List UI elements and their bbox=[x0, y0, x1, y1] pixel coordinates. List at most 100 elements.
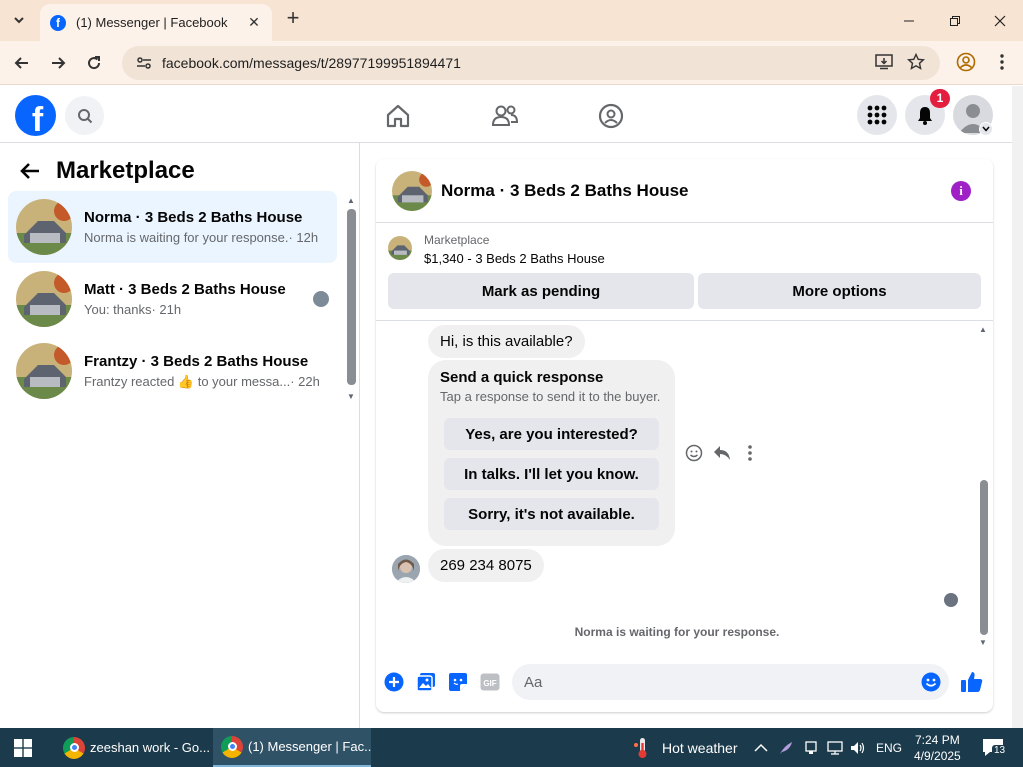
sticker-button[interactable] bbox=[448, 672, 468, 692]
menu-grid-button[interactable] bbox=[857, 95, 897, 135]
quick-response-button[interactable]: In talks. I'll let you know. bbox=[444, 458, 659, 490]
language-indicator[interactable]: ENG bbox=[876, 728, 902, 767]
message-input[interactable] bbox=[512, 664, 949, 700]
scroll-down-arrow-icon[interactable]: ▼ bbox=[347, 392, 355, 401]
tab-close-icon[interactable]: ✕ bbox=[246, 14, 262, 31]
volume-icon[interactable] bbox=[850, 728, 866, 767]
clock-time: 7:24 PM bbox=[915, 733, 960, 747]
divider bbox=[376, 320, 993, 321]
info-icon[interactable]: i bbox=[951, 181, 971, 201]
seen-avatar bbox=[313, 291, 329, 307]
site-settings-icon[interactable] bbox=[136, 55, 152, 71]
taskbar-app-chrome-work[interactable]: zeeshan work - Go... bbox=[55, 728, 210, 767]
message-bubble[interactable]: Hi, is this available? bbox=[428, 325, 585, 358]
scroll-down-arrow-icon[interactable]: ▼ bbox=[979, 638, 987, 647]
conversation-list-scrollbar[interactable] bbox=[347, 209, 356, 385]
weather-widget[interactable]: Hot weather bbox=[632, 728, 737, 767]
close-window-button[interactable] bbox=[977, 0, 1023, 41]
device-icon bbox=[805, 740, 817, 754]
smiley-icon bbox=[685, 444, 703, 462]
install-app-button[interactable] bbox=[872, 50, 896, 74]
conversation-list-panel: Marketplace Norma · 3 Beds 2 Baths House… bbox=[0, 143, 360, 728]
network-icon[interactable] bbox=[827, 728, 843, 767]
tab-search-button[interactable] bbox=[6, 7, 32, 33]
profile-button[interactable] bbox=[954, 50, 978, 74]
preview-text: You: thanks bbox=[84, 302, 152, 317]
listing-summary[interactable]: Marketplace $1,340 - 3 Beds 2 Baths Hous… bbox=[388, 233, 605, 266]
conversation-item-matt[interactable]: Matt · 3 Beds 2 Baths House You: thanks·… bbox=[8, 263, 337, 335]
send-like-button[interactable] bbox=[960, 670, 984, 694]
emoji-button[interactable] bbox=[921, 672, 941, 692]
scroll-up-arrow-icon[interactable]: ▲ bbox=[979, 325, 987, 334]
more-options-button[interactable]: More options bbox=[698, 273, 981, 309]
listing-thumbnail bbox=[16, 343, 72, 399]
facebook-header: f 1 bbox=[0, 86, 1012, 143]
conversation-name: Norma · 3 Beds 2 Baths House bbox=[84, 209, 303, 226]
preview-time: · 22h bbox=[290, 373, 320, 389]
weather-text: Hot weather bbox=[662, 739, 738, 756]
message-bubble[interactable]: 269 234 8075 bbox=[428, 549, 544, 582]
facebook-search-button[interactable] bbox=[65, 96, 104, 135]
forward-button[interactable] bbox=[45, 50, 71, 76]
browser-tab-strip: f (1) Messenger | Facebook ✕ + bbox=[0, 0, 1023, 41]
tab-title: (1) Messenger | Facebook bbox=[76, 15, 228, 30]
facebook-logo-icon[interactable]: f bbox=[15, 95, 56, 136]
conversation-name: Frantzy · 3 Beds 2 Baths House bbox=[84, 352, 309, 370]
message-more-button[interactable] bbox=[740, 443, 760, 463]
restore-button[interactable] bbox=[932, 0, 978, 41]
home-nav-button[interactable] bbox=[382, 100, 414, 132]
back-button[interactable] bbox=[9, 50, 35, 76]
react-button[interactable] bbox=[684, 443, 704, 463]
account-chevron-icon[interactable] bbox=[979, 122, 993, 136]
chat-scrollbar[interactable] bbox=[980, 480, 988, 635]
reload-icon bbox=[88, 56, 101, 70]
photo-icon bbox=[416, 673, 435, 692]
gif-button[interactable]: GIF bbox=[480, 672, 500, 692]
attach-photo-button[interactable] bbox=[416, 672, 436, 692]
chat-header: Norma · 3 Beds 2 Baths House i bbox=[376, 159, 993, 223]
reply-button[interactable] bbox=[712, 443, 732, 463]
address-bar[interactable]: facebook.com/messages/t/2897719995189447… bbox=[122, 46, 940, 80]
clock-date: 4/9/2025 bbox=[914, 749, 961, 763]
more-actions-button[interactable] bbox=[384, 672, 404, 692]
windows-taskbar: zeeshan work - Go... (1) Messenger | Fac… bbox=[0, 728, 1023, 767]
system-clock[interactable]: 7:24 PM 4/9/2025 bbox=[914, 732, 961, 764]
thumbs-up-icon bbox=[961, 672, 983, 692]
preview-time: · 21h bbox=[151, 302, 182, 317]
mark-as-pending-button[interactable]: Mark as pending bbox=[388, 273, 694, 309]
browser-tab[interactable]: f (1) Messenger | Facebook ✕ bbox=[40, 4, 272, 41]
page-scrollbar[interactable] bbox=[1012, 86, 1023, 728]
chrome-icon bbox=[63, 736, 85, 759]
notification-center-button[interactable]: 13 bbox=[982, 738, 1008, 758]
grid-icon bbox=[867, 105, 887, 125]
feather-icon bbox=[780, 741, 792, 754]
minimize-button[interactable] bbox=[886, 0, 932, 41]
listing-thumbnail bbox=[16, 271, 72, 327]
windows-logo-icon bbox=[14, 739, 32, 757]
svg-text:GIF: GIF bbox=[483, 679, 496, 688]
chat-title[interactable]: Norma · 3 Beds 2 Baths House bbox=[441, 181, 689, 201]
pen-icon[interactable] bbox=[778, 728, 794, 767]
tray-chevron-icon[interactable] bbox=[754, 728, 768, 767]
bookmark-star-button[interactable] bbox=[904, 50, 928, 74]
conversation-item-norma[interactable]: Norma · 3 Beds 2 Baths House Norma is wa… bbox=[8, 191, 337, 263]
chat-listing-thumbnail[interactable] bbox=[392, 170, 432, 211]
tray-device-icon[interactable] bbox=[803, 728, 819, 767]
groups-nav-button[interactable] bbox=[595, 100, 627, 132]
preview-text: Norma is waiting for your response. bbox=[84, 230, 289, 245]
new-tab-button[interactable]: + bbox=[282, 7, 304, 30]
start-button[interactable] bbox=[14, 739, 32, 757]
reload-button[interactable] bbox=[81, 50, 107, 76]
chat-panel: Norma · 3 Beds 2 Baths House i Marketpla… bbox=[376, 159, 993, 712]
emoji-icon bbox=[921, 672, 941, 692]
quick-response-button[interactable]: Sorry, it's not available. bbox=[444, 498, 659, 530]
quick-response-button[interactable]: Yes, are you interested? bbox=[444, 418, 659, 450]
quick-response-title: Send a quick response bbox=[440, 369, 604, 386]
sender-avatar[interactable] bbox=[392, 555, 420, 583]
friends-nav-button[interactable] bbox=[489, 100, 521, 132]
back-arrow-icon[interactable] bbox=[20, 162, 40, 180]
browser-menu-button[interactable] bbox=[990, 50, 1014, 74]
taskbar-app-messenger[interactable]: (1) Messenger | Fac... bbox=[213, 728, 371, 767]
scroll-up-arrow-icon[interactable]: ▲ bbox=[347, 196, 355, 205]
conversation-item-frantzy[interactable]: Frantzy · 3 Beds 2 Baths House Frantzy r… bbox=[8, 335, 337, 407]
